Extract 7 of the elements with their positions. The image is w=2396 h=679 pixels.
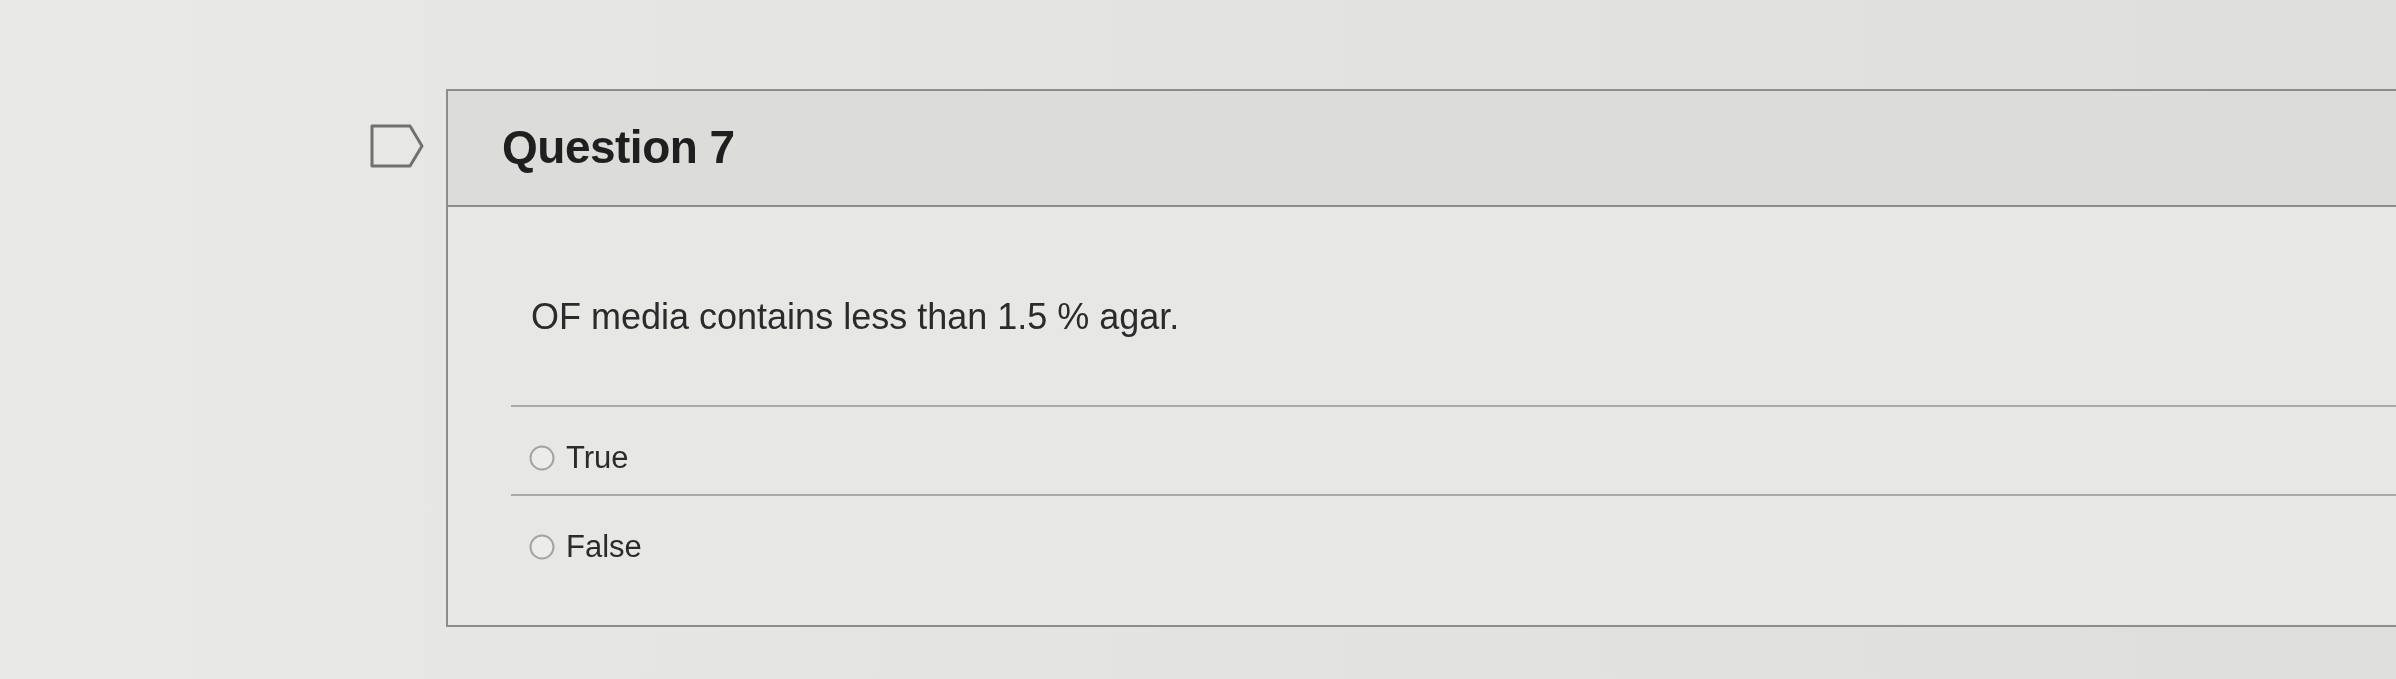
question-text: OF media contains less than 1.5 % agar. [531, 295, 1181, 338]
question-title: Question 7 [502, 120, 735, 176]
radio-button-icon[interactable] [529, 533, 555, 560]
flag-icon[interactable] [370, 124, 424, 168]
answer-option[interactable]: False [511, 494, 2396, 583]
answer-option[interactable]: True [511, 405, 2396, 494]
radio-button-icon[interactable] [529, 444, 555, 471]
